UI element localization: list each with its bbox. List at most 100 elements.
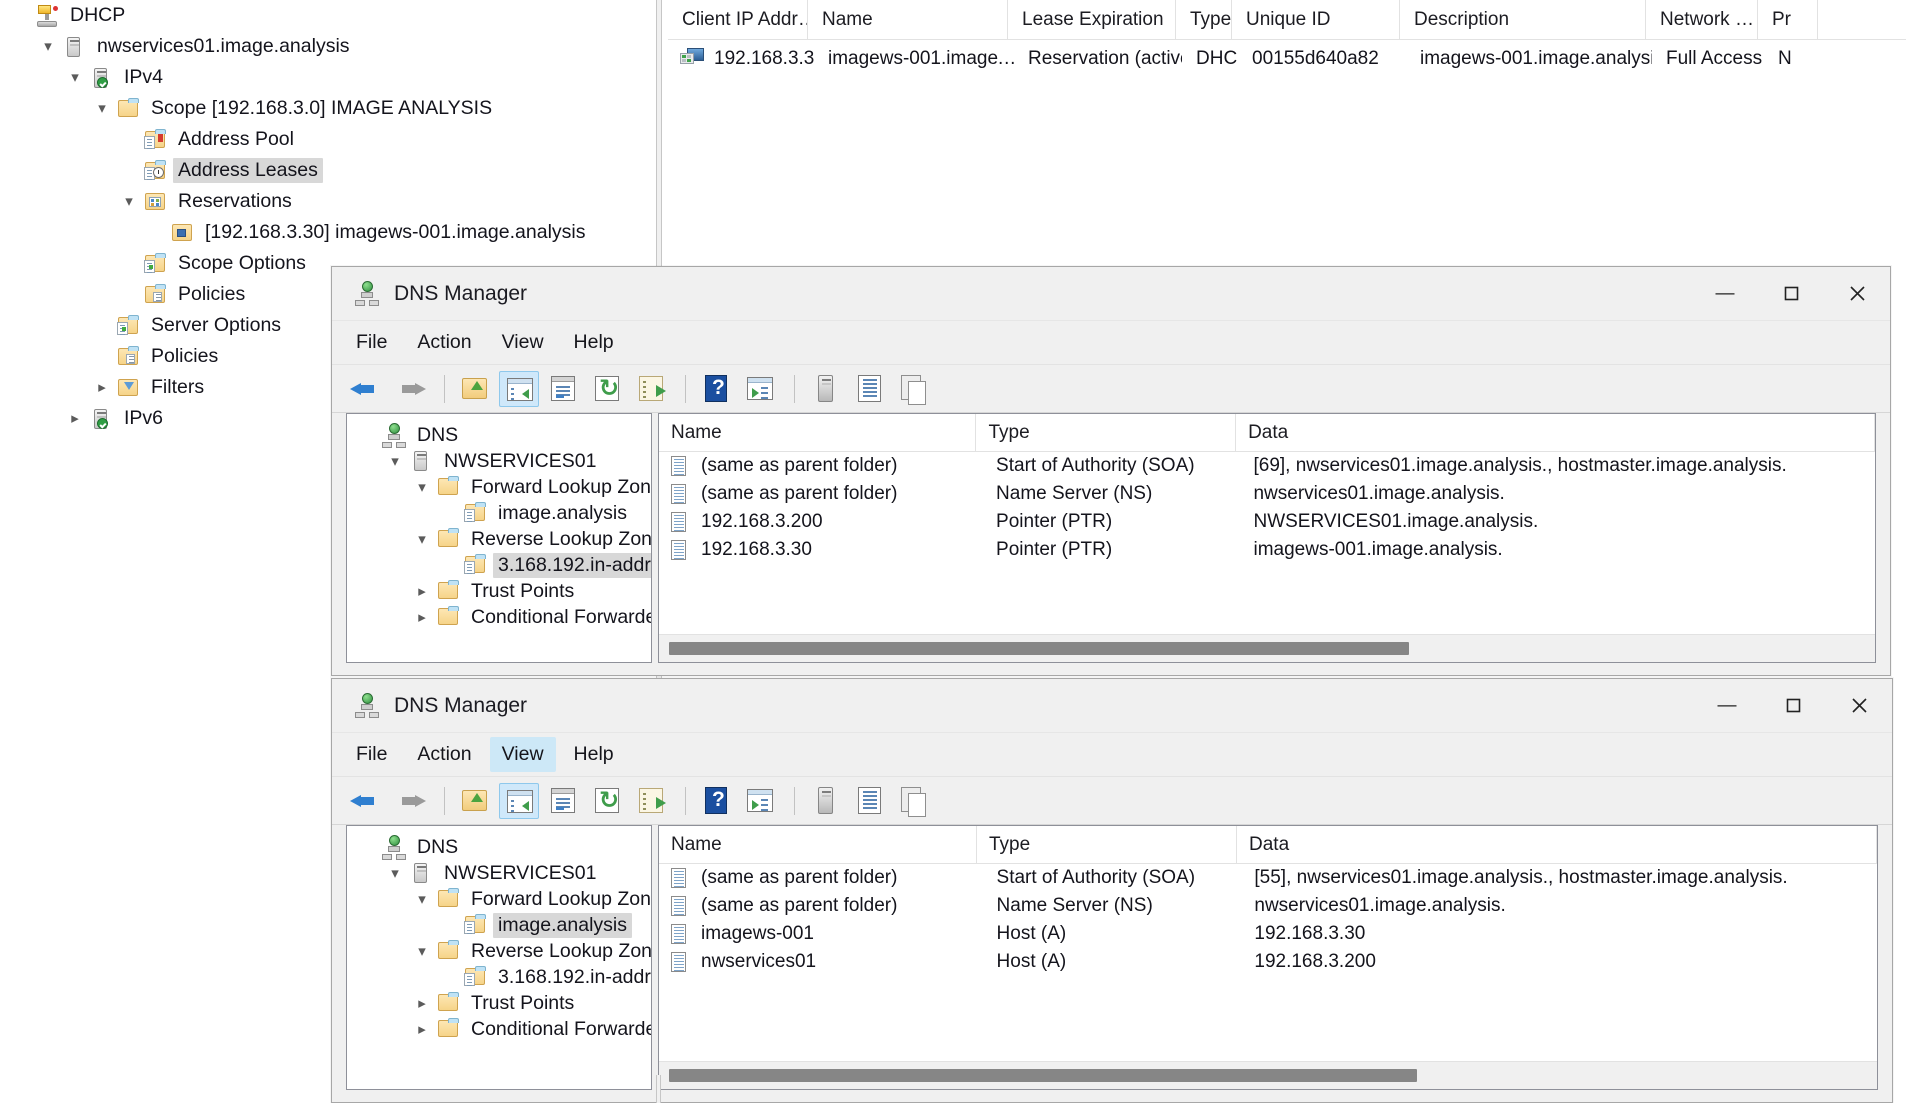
dhcp-column-header[interactable]: Pr: [1758, 0, 1818, 40]
dhcp-tree-item[interactable]: ▸ [192.168.3.30] imagews-001.image.analys…: [0, 217, 656, 248]
window-1-horizontal-scrollbar[interactable]: [659, 634, 1875, 662]
dns-column-header[interactable]: Type: [977, 826, 1237, 864]
maximize-button[interactable]: [1760, 679, 1826, 733]
chevron-down-icon[interactable]: ▾: [409, 943, 435, 959]
toolbar-refresh-icon[interactable]: [587, 783, 627, 819]
window-2-console-tree[interactable]: ▸ DNS ▾ NWSERVICES01 ▾ Forward Lookup Zones ▸ i…: [346, 825, 652, 1090]
dns-record-row[interactable]: (same as parent folder) Start of Authorit…: [659, 452, 1875, 480]
dns-record-row[interactable]: (same as parent folder) Name Server (NS) n…: [659, 480, 1875, 508]
toolbar-export-list-icon[interactable]: [631, 783, 671, 819]
dns-manager-window-1[interactable]: DNS Manager — FileActionViewHelp ▸ DNS ▾ NW…: [331, 266, 1891, 676]
dns-tree-item[interactable]: ▸ DNS: [355, 834, 645, 860]
chevron-down-icon[interactable]: ▾: [116, 194, 142, 209]
toolbar-forward-icon[interactable]: [390, 783, 430, 819]
chevron-right-icon[interactable]: ▸: [409, 609, 435, 625]
window-2-horizontal-scrollbar[interactable]: [659, 1061, 1877, 1089]
dhcp-column-header[interactable]: Network …: [1646, 0, 1758, 40]
window-2-menu-bar[interactable]: File Action View Help: [332, 733, 1892, 777]
toolbar-copy-icon[interactable]: [893, 371, 933, 407]
dns-tree-item[interactable]: ▾ Reverse Lookup Zones: [355, 938, 651, 964]
chevron-down-icon[interactable]: ▾: [382, 865, 408, 881]
toolbar-help-icon[interactable]: [696, 783, 736, 819]
maximize-button[interactable]: [1758, 267, 1824, 321]
dns-record-row[interactable]: (same as parent folder) Start of Authorit…: [659, 864, 1877, 892]
chevron-right-icon[interactable]: ▸: [62, 411, 88, 426]
window-1-toolbar[interactable]: [332, 365, 1890, 413]
scrollbar-thumb[interactable]: [669, 1069, 1417, 1082]
menu-item-action[interactable]: Action: [405, 737, 483, 772]
window-2-list-body[interactable]: (same as parent folder) Start of Authorit…: [659, 864, 1877, 976]
window-2-title-bar[interactable]: DNS Manager —: [332, 679, 1892, 733]
chevron-down-icon[interactable]: ▾: [382, 453, 408, 469]
dns-tree-item[interactable]: ▸ 3.168.192.in-addr.arpa: [355, 552, 651, 578]
chevron-down-icon[interactable]: ▾: [409, 479, 435, 495]
chevron-down-icon[interactable]: ▾: [35, 39, 61, 54]
chevron-right-icon[interactable]: ▸: [409, 583, 435, 599]
dns-tree-item[interactable]: ▾ NWSERVICES01: [355, 448, 645, 474]
toolbar-properties-icon[interactable]: [543, 783, 583, 819]
toolbar-forward-icon[interactable]: [390, 371, 430, 407]
dns-column-header[interactable]: Type: [976, 414, 1237, 452]
dns-manager-window-2[interactable]: DNS Manager — FileActionViewHelp ▸ DNS ▾ NW…: [331, 678, 1893, 1103]
dns-record-row[interactable]: imagews-001 Host (A) 192.168.3.30: [659, 920, 1877, 948]
chevron-down-icon[interactable]: ▾: [62, 70, 88, 85]
dns-record-row[interactable]: (same as parent folder) Name Server (NS) n…: [659, 892, 1877, 920]
dhcp-column-header[interactable]: Lease Expiration: [1008, 0, 1176, 40]
dhcp-tree-item[interactable]: ▸ Address Pool: [0, 124, 656, 155]
dns-column-header[interactable]: Data: [1236, 414, 1875, 452]
window-1-menu-bar[interactable]: File Action View Help: [332, 321, 1890, 365]
chevron-right-icon[interactable]: ▸: [89, 380, 115, 395]
chevron-down-icon[interactable]: ▾: [409, 531, 435, 547]
toolbar-help-icon[interactable]: [696, 371, 736, 407]
dhcp-tree-item[interactable]: ▸ DHCP: [0, 0, 656, 31]
window-1-console-tree[interactable]: ▸ DNS ▾ NWSERVICES01 ▾ Forward Lookup Zones ▸ i…: [346, 413, 652, 663]
dns-tree-item[interactable]: ▾ NWSERVICES01: [355, 860, 645, 886]
scrollbar-thumb[interactable]: [669, 642, 1409, 655]
dns-record-row[interactable]: 192.168.3.30 Pointer (PTR) imagews-001.ima…: [659, 536, 1875, 564]
dns-tree-item[interactable]: ▸ 3.168.192.in-addr.arpa: [355, 964, 651, 990]
menu-item-view[interactable]: View: [490, 325, 556, 360]
dns-tree-item[interactable]: ▾ Forward Lookup Zones: [355, 474, 651, 500]
toolbar-show-hide-action-pane-icon[interactable]: [740, 371, 780, 407]
dhcp-tree-item[interactable]: ▸ Address Leases: [0, 155, 656, 186]
toolbar-server-icon[interactable]: [805, 783, 845, 819]
toolbar-up-one-level-icon[interactable]: [455, 783, 495, 819]
dns-tree-item[interactable]: ▸ Conditional Forwarders: [355, 604, 651, 630]
dns-tree-item[interactable]: ▸ Trust Points: [355, 990, 645, 1016]
chevron-right-icon[interactable]: ▸: [409, 995, 435, 1011]
dns-tree-item[interactable]: ▸ Trust Points: [355, 578, 645, 604]
dhcp-column-header[interactable]: Client IP Addr…: [668, 0, 808, 40]
dhcp-lease-row[interactable]: 192.168.3.30 imagews-001.image.… Reservati…: [668, 40, 1906, 78]
dhcp-list-header[interactable]: Client IP Addr… Name Lease Expiration Type U…: [668, 0, 1906, 40]
menu-item-help[interactable]: Help: [562, 325, 626, 360]
dns-record-row[interactable]: nwservices01 Host (A) 192.168.3.200: [659, 948, 1877, 976]
toolbar-server-icon[interactable]: [805, 371, 845, 407]
toolbar-new-zone-icon[interactable]: [849, 783, 889, 819]
window-2-toolbar[interactable]: [332, 777, 1892, 825]
toolbar-refresh-icon[interactable]: [587, 371, 627, 407]
dns-tree-item[interactable]: ▸ Conditional Forwarders: [355, 1016, 651, 1042]
toolbar-back-icon[interactable]: [346, 783, 386, 819]
window-2-record-list[interactable]: Name Type Data (same as parent folder) Star…: [658, 825, 1878, 1090]
toolbar-show-hide-console-tree-icon[interactable]: [499, 782, 539, 819]
minimize-button[interactable]: —: [1694, 679, 1760, 733]
dhcp-tree-item[interactable]: ▾ Scope [192.168.3.0] IMAGE ANALYSIS: [0, 93, 656, 124]
toolbar-new-zone-icon[interactable]: [849, 371, 889, 407]
menu-item-help[interactable]: Help: [562, 737, 626, 772]
toolbar-properties-icon[interactable]: [543, 371, 583, 407]
dhcp-column-header[interactable]: Name: [808, 0, 1008, 40]
dns-tree-item[interactable]: ▾ Forward Lookup Zones: [355, 886, 651, 912]
dns-record-row[interactable]: 192.168.3.200 Pointer (PTR) NWSERVICES01.i…: [659, 508, 1875, 536]
window-1-list-header[interactable]: Name Type Data: [659, 414, 1875, 452]
dhcp-column-header[interactable]: Unique ID: [1232, 0, 1400, 40]
chevron-down-icon[interactable]: ▾: [89, 101, 115, 116]
dhcp-column-header[interactable]: Description: [1400, 0, 1646, 40]
minimize-button[interactable]: —: [1692, 267, 1758, 321]
menu-item-view[interactable]: View: [489, 737, 556, 772]
chevron-right-icon[interactable]: ▸: [409, 1021, 435, 1037]
window-1-record-list[interactable]: Name Type Data (same as parent folder) Star…: [658, 413, 1876, 663]
menu-item-action[interactable]: Action: [405, 325, 483, 360]
dns-tree-item[interactable]: ▸ image.analysis: [355, 500, 645, 526]
dhcp-tree-item[interactable]: ▾ nwservices01.image.analysis: [0, 31, 656, 62]
window-1-list-body[interactable]: (same as parent folder) Start of Authorit…: [659, 452, 1875, 564]
